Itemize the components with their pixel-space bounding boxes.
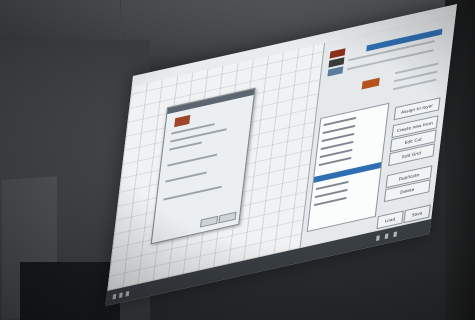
floor-edge [20, 262, 120, 320]
tray-icon[interactable] [376, 235, 380, 241]
layer-swatch [327, 66, 344, 77]
list-item[interactable] [313, 196, 347, 207]
layer-list[interactable] [306, 102, 390, 233]
taskbar-icon[interactable] [125, 290, 130, 297]
dialog-line [167, 153, 218, 167]
dialog-window [150, 87, 256, 245]
dialog-title [167, 88, 255, 115]
dialog-button[interactable] [218, 211, 237, 224]
list-item[interactable] [318, 156, 352, 167]
color-swatch[interactable] [361, 77, 380, 90]
tray-icon[interactable] [393, 231, 398, 238]
dialog-line [163, 185, 222, 201]
dialog-color-swatch [174, 114, 191, 128]
selected-list-item[interactable] [313, 161, 382, 183]
tray-icon[interactable] [384, 233, 389, 240]
dialog-line [169, 141, 202, 151]
taskbar-icon[interactable] [112, 293, 117, 300]
taskbar-icon[interactable] [118, 292, 123, 299]
side-panel: Assign to layer Create new from layer Ed… [299, 13, 457, 249]
photo-scene: Assign to layer Create new from layer Ed… [0, 0, 475, 320]
dialog-line [165, 171, 207, 183]
dialog-button[interactable] [199, 215, 219, 228]
